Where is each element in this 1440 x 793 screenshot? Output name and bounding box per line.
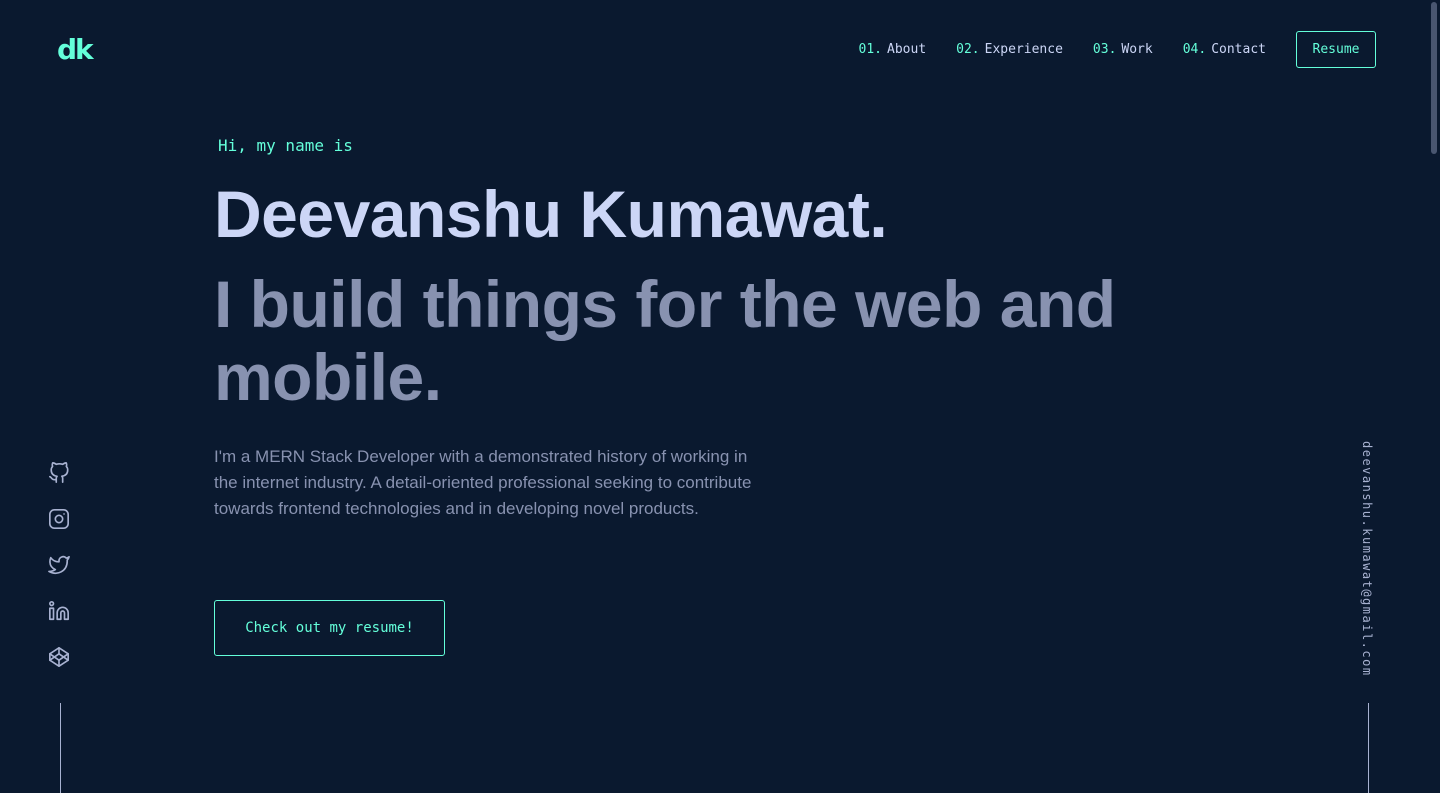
- linkedin-icon[interactable]: [48, 600, 72, 624]
- nav-number: 04.: [1182, 42, 1207, 57]
- nav-label: Contact: [1211, 42, 1266, 57]
- email-link[interactable]: deevanshu.kumawat@gmail.com: [1360, 441, 1374, 677]
- hero-tagline: I build things for the web and mobile.: [214, 267, 1116, 414]
- social-links: [48, 462, 72, 692]
- resume-button[interactable]: Resume: [1296, 31, 1376, 68]
- hero-name: Deevanshu Kumawat.: [214, 177, 888, 251]
- hero-description: I'm a MERN Stack Developer with a demons…: [214, 447, 752, 518]
- nav-item-experience[interactable]: 02. Experience: [956, 42, 1063, 57]
- nav-label: About: [887, 42, 927, 57]
- nav-number: 03.: [1092, 42, 1117, 57]
- hero-greeting: Hi, my name is: [218, 136, 353, 155]
- check-resume-button[interactable]: Check out my resume!: [214, 600, 445, 656]
- nav-number: 01.: [858, 42, 883, 57]
- github-icon[interactable]: [48, 462, 72, 486]
- codepen-icon[interactable]: [48, 646, 72, 670]
- scrollbar[interactable]: [1428, 0, 1440, 793]
- instagram-icon[interactable]: [48, 508, 72, 532]
- nav-item-contact[interactable]: 04. Contact: [1183, 42, 1266, 57]
- nav-item-about[interactable]: 01. About: [859, 42, 927, 57]
- main-nav: 01. About 02. Experience 03. Work 04. Contac…: [859, 42, 1266, 57]
- left-divider-line: [60, 703, 61, 793]
- nav-label: Experience: [984, 42, 1063, 57]
- nav-number: 02.: [956, 42, 980, 57]
- logo[interactable]: dk: [57, 36, 94, 64]
- scrollbar-thumb[interactable]: [1431, 2, 1437, 154]
- nav-label: Work: [1121, 42, 1153, 57]
- twitter-icon[interactable]: [48, 554, 72, 578]
- right-divider-line: [1368, 703, 1369, 793]
- nav-item-work[interactable]: 03. Work: [1093, 42, 1153, 57]
